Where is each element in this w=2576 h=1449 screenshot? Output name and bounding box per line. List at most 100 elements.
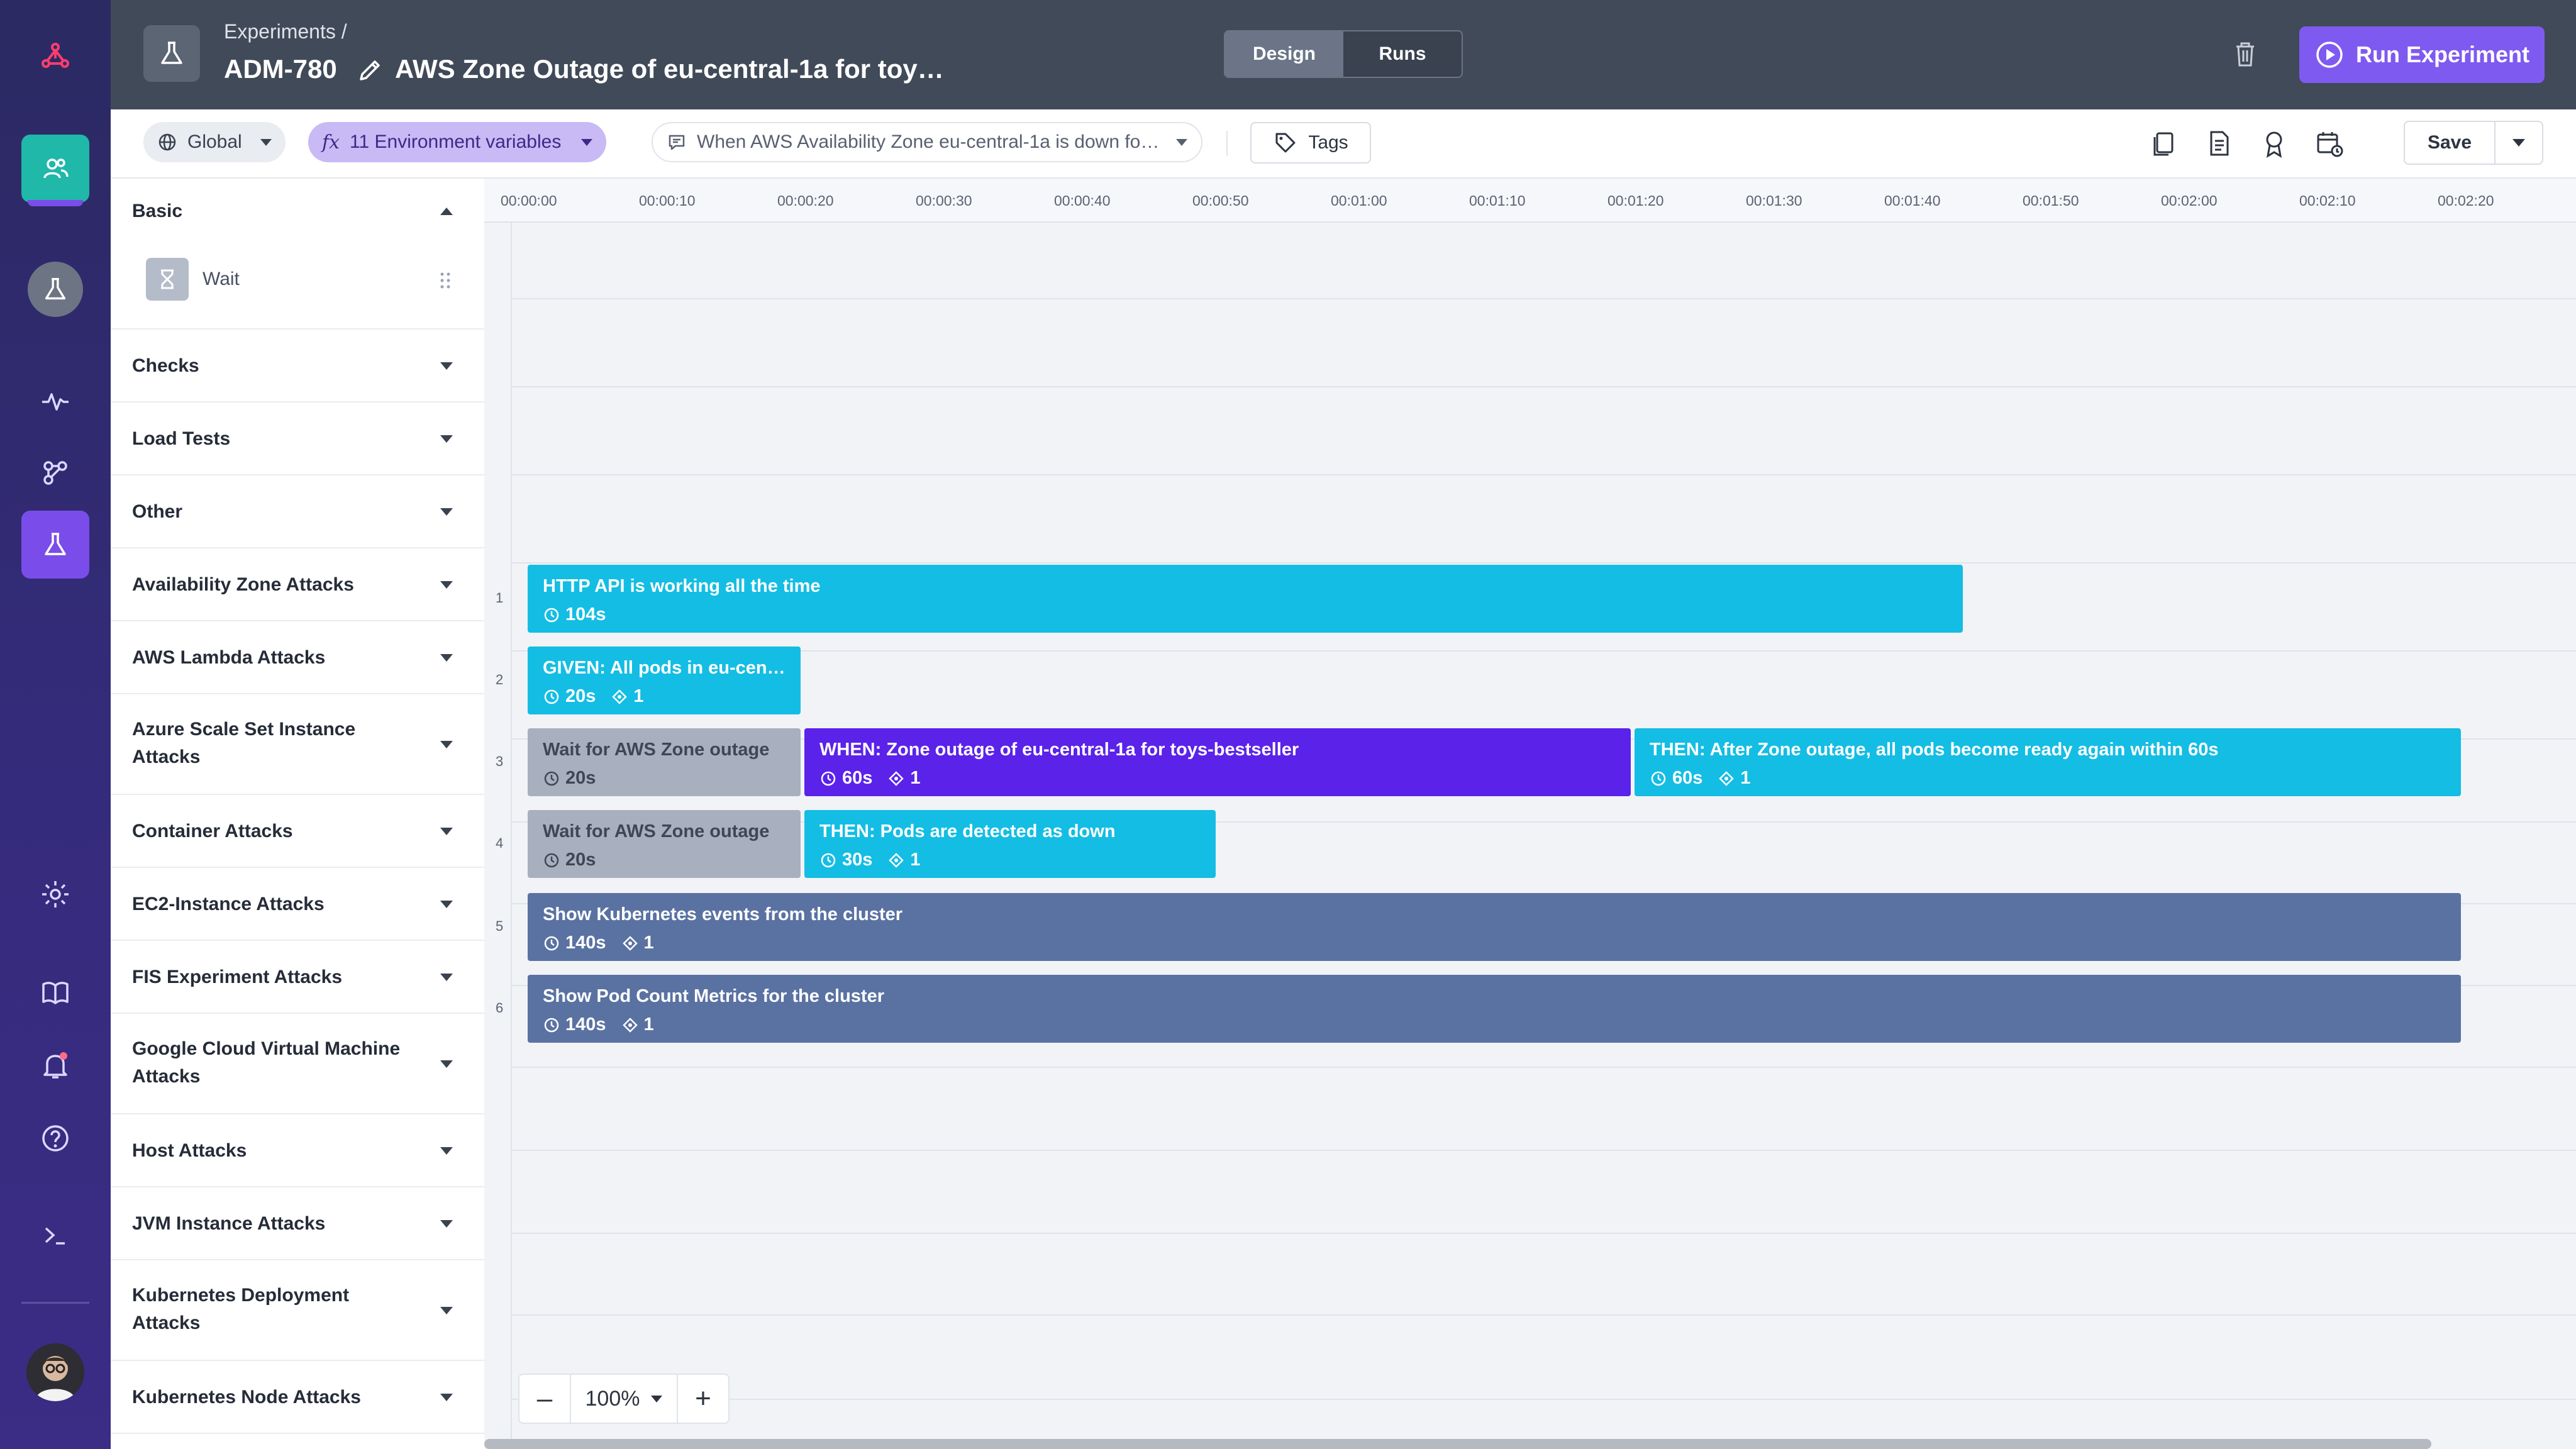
sidebar-section-fis-experiment-attacks[interactable]: FIS Experiment Attacks bbox=[111, 941, 484, 1014]
breadcrumb[interactable]: Experiments / bbox=[224, 20, 347, 43]
time-tick-label: 00:00:30 bbox=[916, 192, 972, 209]
experiment-timeline[interactable]: 00:00:00 00:00:10 00:00:20 00:00:30 00:00:40… bbox=[484, 179, 2576, 1449]
sidebar-section-ec2-instance-attacks[interactable]: EC2-Instance Attacks bbox=[111, 868, 484, 941]
zoom-in-button[interactable]: + bbox=[678, 1375, 728, 1423]
chevron-down-icon[interactable] bbox=[440, 1060, 453, 1068]
clock-icon bbox=[821, 771, 836, 786]
step-title: Show Pod Count Metrics for the cluster bbox=[543, 986, 884, 1006]
sidebar-section-availability-zone-attacks[interactable]: Availability Zone Attacks bbox=[111, 548, 484, 621]
sidebar-section-other[interactable]: Other bbox=[111, 475, 484, 548]
timeline-step-check[interactable]: THEN: After Zone outage, all pods become… bbox=[1635, 728, 2461, 796]
action-wait[interactable]: Wait bbox=[146, 255, 460, 303]
sidebar-section-container-attacks[interactable]: Container Attacks bbox=[111, 795, 484, 868]
drag-handle-icon[interactable] bbox=[439, 272, 452, 289]
chevron-down-icon[interactable] bbox=[440, 828, 453, 835]
logo-icon[interactable] bbox=[21, 23, 89, 91]
sidebar-section-checks[interactable]: Checks bbox=[111, 330, 484, 402]
chevron-down-icon[interactable] bbox=[440, 974, 453, 981]
save-options-button[interactable] bbox=[2496, 122, 2542, 164]
timeline-step-check[interactable]: GIVEN: All pods in eu-cent… 20s 1 bbox=[528, 647, 801, 714]
sidebar-section-load-tests[interactable]: Load Tests bbox=[111, 402, 484, 475]
experiment-title[interactable]: AWS Zone Outage of eu-central-1a for toy… bbox=[395, 54, 944, 84]
step-target-count: 1 bbox=[1718, 768, 1751, 789]
section-title: Basic bbox=[132, 201, 183, 221]
time-tick-label: 00:00:50 bbox=[1192, 192, 1249, 209]
chevron-down-icon[interactable] bbox=[440, 508, 453, 516]
avatar[interactable] bbox=[26, 1343, 84, 1401]
section-title: EC2-Instance Attacks bbox=[132, 894, 325, 914]
edit-pencil-icon[interactable] bbox=[356, 57, 384, 84]
timeline-step-observe[interactable]: Show Kubernetes events from the cluster 1… bbox=[528, 893, 2461, 961]
chevron-down-icon[interactable] bbox=[440, 1307, 453, 1314]
settings-icon[interactable] bbox=[21, 860, 89, 928]
timeline-step-check[interactable]: HTTP API is working all the time 104s bbox=[528, 565, 1963, 633]
step-duration-label: 20s bbox=[565, 686, 596, 706]
step-meta: 60s 1 bbox=[1650, 768, 2446, 789]
chevron-down-icon[interactable] bbox=[440, 741, 453, 748]
timeline-step-wait[interactable]: Wait for AWS Zone outage 20s bbox=[528, 810, 801, 878]
step-title: Wait for AWS Zone outage bbox=[543, 740, 770, 760]
run-experiment-button[interactable]: Run Experiment bbox=[2299, 26, 2545, 83]
docs-icon[interactable] bbox=[21, 958, 89, 1026]
sidebar-section-kubernetes-node-attacks[interactable]: Kubernetes Node Attacks bbox=[111, 1361, 484, 1434]
badge-icon[interactable] bbox=[2259, 128, 2289, 158]
delete-trash-icon[interactable] bbox=[2230, 39, 2260, 69]
fx-icon: fx bbox=[322, 131, 340, 153]
scope-label: Global bbox=[187, 131, 242, 152]
experiments-icon[interactable] bbox=[21, 511, 89, 579]
chevron-down-icon[interactable] bbox=[440, 581, 453, 589]
schedule-calendar-icon[interactable] bbox=[2314, 128, 2345, 158]
sidebar-section-kubernetes-deployment-attacks[interactable]: Kubernetes Deployment Attacks bbox=[111, 1260, 484, 1361]
sidebar-section-gcp-vm-attacks[interactable]: Google Cloud Virtual Machine Attacks bbox=[111, 1014, 484, 1114]
lane-separator bbox=[512, 1314, 2576, 1316]
sidebar-section-jvm-instance-attacks[interactable]: JVM Instance Attacks bbox=[111, 1187, 484, 1260]
tab-runs[interactable]: Runs bbox=[1343, 31, 1462, 77]
lane-separator bbox=[512, 386, 2576, 387]
step-meta: 60s 1 bbox=[819, 768, 1616, 789]
step-target-count: 1 bbox=[621, 1014, 654, 1035]
tags-button[interactable]: Tags bbox=[1250, 122, 1371, 164]
sidebar-section-azure-scale-set-attacks[interactable]: Azure Scale Set Instance Attacks bbox=[111, 694, 484, 795]
target-icon bbox=[1719, 770, 1735, 786]
horizontal-scrollbar[interactable] bbox=[484, 1439, 2431, 1449]
sidebar-section-host-attacks[interactable]: Host Attacks bbox=[111, 1114, 484, 1187]
step-meta: 140s 1 bbox=[543, 1014, 2446, 1035]
step-target-count-label: 1 bbox=[910, 850, 921, 870]
chevron-down-icon[interactable] bbox=[440, 654, 453, 662]
terminal-icon[interactable] bbox=[21, 1201, 89, 1269]
sidebar-section-aws-lambda-attacks[interactable]: AWS Lambda Attacks bbox=[111, 621, 484, 694]
chevron-down-icon[interactable] bbox=[440, 1220, 453, 1228]
tab-design[interactable]: Design bbox=[1225, 31, 1343, 77]
scope-dropdown[interactable]: Global bbox=[143, 122, 286, 162]
target-icon bbox=[889, 852, 904, 868]
lane-separator bbox=[512, 1399, 2576, 1400]
chevron-down-icon[interactable] bbox=[440, 435, 453, 443]
chevron-up-icon[interactable] bbox=[440, 208, 453, 215]
timeline-step-check[interactable]: THEN: Pods are detected as down 30s 1 bbox=[804, 810, 1216, 878]
step-title: Wait for AWS Zone outage bbox=[543, 821, 770, 841]
clock-icon bbox=[544, 608, 559, 622]
sidebar-section-basic[interactable]: Basic Wait bbox=[111, 179, 484, 330]
help-icon[interactable] bbox=[21, 1104, 89, 1172]
chevron-down-icon[interactable] bbox=[440, 1147, 453, 1155]
environment-variables-dropdown[interactable]: fx 11 Environment variables bbox=[308, 122, 606, 162]
toolbar-divider bbox=[1226, 131, 1228, 156]
team-icon[interactable] bbox=[21, 135, 89, 203]
experiments-home-icon[interactable] bbox=[28, 262, 83, 317]
timeline-step-attack[interactable]: WHEN: Zone outage of eu-central-1a for t… bbox=[804, 728, 1631, 796]
zoom-out-button[interactable]: – bbox=[519, 1375, 570, 1423]
lane-number: 1 bbox=[496, 590, 504, 606]
notifications-icon[interactable] bbox=[21, 1031, 89, 1099]
timeline-step-wait[interactable]: Wait for AWS Zone outage 20s bbox=[528, 728, 801, 796]
chevron-down-icon[interactable] bbox=[440, 1394, 453, 1401]
activity-icon[interactable] bbox=[21, 367, 89, 435]
chevron-down-icon[interactable] bbox=[440, 362, 453, 370]
duplicate-icon[interactable] bbox=[2148, 128, 2179, 158]
chevron-down-icon[interactable] bbox=[440, 901, 453, 908]
timeline-step-observe[interactable]: Show Pod Count Metrics for the cluster 14… bbox=[528, 975, 2461, 1043]
hypothesis-dropdown[interactable]: When AWS Availability Zone eu-central-1a… bbox=[652, 122, 1202, 162]
document-icon[interactable] bbox=[2204, 128, 2234, 158]
save-button[interactable]: Save bbox=[2405, 122, 2496, 164]
landscape-icon[interactable] bbox=[21, 439, 89, 507]
zoom-level-dropdown[interactable]: 100% bbox=[570, 1375, 678, 1423]
